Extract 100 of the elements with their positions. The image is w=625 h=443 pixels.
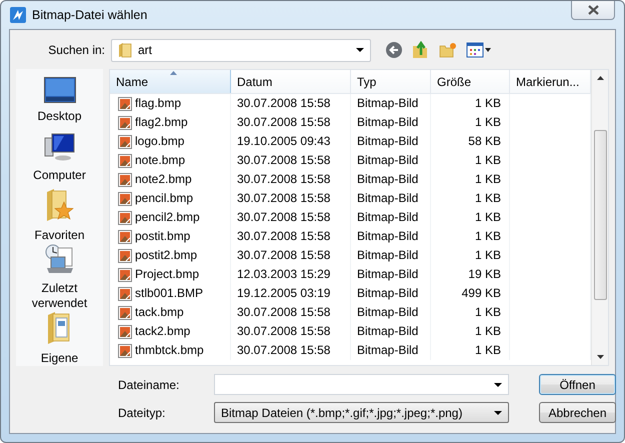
bitmap-file-icon xyxy=(118,306,132,320)
look-in-dropdown[interactable]: art xyxy=(111,38,371,62)
file-name[interactable]: thmbtck.bmp xyxy=(110,341,231,360)
column-header[interactable]: Datum xyxy=(231,70,351,93)
date-cell: 30.07.2008 15:58 xyxy=(231,189,351,208)
type-cell: Bitmap-Bild xyxy=(351,208,431,227)
bitmap-file-icon xyxy=(118,324,132,338)
dialog-button[interactable]: Abbrechen xyxy=(539,402,616,423)
places-item[interactable]: Computer xyxy=(18,132,102,188)
type-cell: Bitmap-Bild xyxy=(351,322,431,341)
places-item[interactable]: Favoriten xyxy=(18,188,102,243)
file-name[interactable]: tack.bmp xyxy=(110,303,231,322)
scrollbar[interactable] xyxy=(591,70,608,365)
file-name[interactable]: flag.bmp xyxy=(110,94,231,113)
computer-icon xyxy=(44,132,76,162)
window-title: Bitmap-Datei wählen xyxy=(32,8,148,22)
column-header[interactable]: Größe xyxy=(431,70,510,93)
size-cell: 1 KB xyxy=(431,227,510,246)
star-folder-icon xyxy=(46,188,74,222)
size-cell: 1 KB xyxy=(431,303,510,322)
file-type-dropdown[interactable]: Bitmap Dateien (*.bmp;*.gif;*.jpg;*.jpeg;*.png) xyxy=(214,402,509,423)
caret-icon xyxy=(356,48,364,52)
type-cell: Bitmap-Bild xyxy=(351,246,431,265)
file-name[interactable]: postit2.bmp xyxy=(110,246,231,265)
date-cell: 30.07.2008 15:58 xyxy=(231,170,351,189)
file-name[interactable]: flag2.bmp xyxy=(110,113,231,132)
documents-folder-icon xyxy=(46,310,72,345)
type-cell: Bitmap-Bild xyxy=(351,303,431,322)
bitmap-file-icon xyxy=(118,286,132,300)
recent-documents-icon xyxy=(44,242,76,275)
type-cell: Bitmap-Bild xyxy=(351,94,431,113)
size-cell: 1 KB xyxy=(431,113,510,132)
type-cell: Bitmap-Bild xyxy=(351,265,431,284)
file-name[interactable]: note2.bmp xyxy=(110,170,231,189)
file-name[interactable]: pencil2.bmp xyxy=(110,208,231,227)
scroll-up-icon[interactable] xyxy=(596,76,604,80)
type-cell: Bitmap-Bild xyxy=(351,113,431,132)
folder-icon xyxy=(118,42,132,58)
type-cell: Bitmap-Bild xyxy=(351,132,431,151)
date-cell: 12.03.2003 15:29 xyxy=(231,265,351,284)
scroll-thumb[interactable] xyxy=(594,130,606,300)
date-cell: 30.07.2008 15:58 xyxy=(231,322,351,341)
type-cell: Bitmap-Bild xyxy=(351,227,431,246)
close-button[interactable] xyxy=(571,1,615,20)
type-cell: Bitmap-Bild xyxy=(351,151,431,170)
file-name-label: Dateiname: xyxy=(117,378,180,392)
date-cell: 30.07.2008 15:58 xyxy=(231,246,351,265)
app-logo-icon xyxy=(10,7,26,23)
sort-arrow-icon xyxy=(170,71,177,75)
bitmap-file-icon xyxy=(118,344,132,358)
date-cell: 30.07.2008 15:58 xyxy=(231,151,351,170)
type-cell: Bitmap-Bild xyxy=(351,341,431,360)
file-name[interactable]: note.bmp xyxy=(110,151,231,170)
close-icon xyxy=(588,5,598,15)
size-cell: 1 KB xyxy=(431,341,510,360)
bitmap-file-icon xyxy=(118,116,132,130)
size-cell: 1 KB xyxy=(431,189,510,208)
date-cell: 30.07.2008 15:58 xyxy=(231,227,351,246)
places-item[interactable]: Zuletzt verwendet xyxy=(18,242,102,311)
date-cell: 19.12.2005 03:19 xyxy=(231,284,351,303)
caret-icon xyxy=(494,410,502,414)
size-cell: 1 KB xyxy=(431,246,510,265)
back-icon[interactable] xyxy=(385,41,403,59)
file-name-field[interactable] xyxy=(214,374,509,395)
date-cell: 30.07.2008 15:58 xyxy=(231,303,351,322)
type-cell: Bitmap-Bild xyxy=(351,189,431,208)
size-cell: 58 KB xyxy=(431,132,510,151)
size-cell: 499 KB xyxy=(431,284,510,303)
places-item[interactable]: Eigene xyxy=(18,310,102,366)
bitmap-file-icon xyxy=(118,192,132,206)
folder-up-icon[interactable] xyxy=(412,41,430,59)
column-header[interactable]: Markierun... xyxy=(510,70,591,93)
date-cell: 30.07.2008 15:58 xyxy=(231,208,351,227)
size-cell: 1 KB xyxy=(431,151,510,170)
bitmap-file-icon xyxy=(118,248,132,262)
date-cell: 30.07.2008 15:58 xyxy=(231,341,351,360)
bitmap-file-icon xyxy=(118,154,132,168)
bitmap-file-icon xyxy=(118,268,132,282)
file-name[interactable]: tack2.bmp xyxy=(110,322,231,341)
size-cell: 1 KB xyxy=(431,208,510,227)
file-name[interactable]: pencil.bmp xyxy=(110,189,231,208)
date-cell: 30.07.2008 15:58 xyxy=(231,94,351,113)
file-name[interactable]: logo.bmp xyxy=(110,132,231,151)
bitmap-file-icon xyxy=(118,230,132,244)
file-type-label: Dateityp: xyxy=(117,406,166,420)
bitmap-file-icon xyxy=(118,96,132,110)
file-name[interactable]: postit.bmp xyxy=(110,227,231,246)
dialog-button[interactable]: Öffnen xyxy=(539,374,616,395)
file-name[interactable]: stlb001.BMP xyxy=(110,284,231,303)
monitor-icon xyxy=(44,77,76,103)
date-cell: 30.07.2008 15:58 xyxy=(231,113,351,132)
bitmap-file-icon xyxy=(118,134,132,148)
view-menu-icon[interactable] xyxy=(466,42,492,58)
column-header[interactable]: Name xyxy=(110,70,231,93)
scroll-down-icon[interactable] xyxy=(596,355,604,359)
column-header[interactable]: Typ xyxy=(351,70,431,93)
date-cell: 19.10.2005 09:43 xyxy=(231,132,351,151)
places-item[interactable]: Desktop xyxy=(18,77,102,132)
bitmap-file-icon xyxy=(118,172,132,186)
file-name[interactable]: Project.bmp xyxy=(110,265,231,284)
